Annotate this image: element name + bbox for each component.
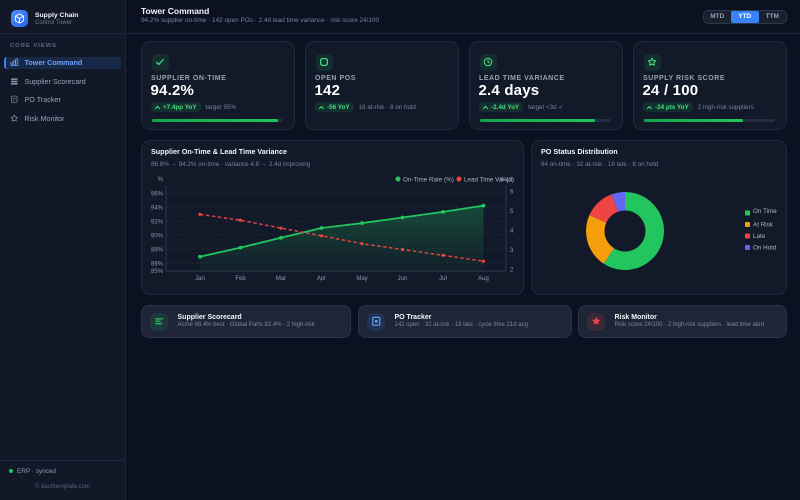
svg-text:May: May xyxy=(356,276,367,282)
svg-text:Feb: Feb xyxy=(235,276,246,282)
svg-text:86%: 86% xyxy=(151,262,164,268)
svg-text:Mar: Mar xyxy=(276,276,286,282)
svg-text:92%: 92% xyxy=(151,220,164,226)
svg-text:4: 4 xyxy=(510,229,514,235)
svg-text:%: % xyxy=(158,177,164,183)
svg-text:96%: 96% xyxy=(151,192,164,198)
svg-text:Jul: Jul xyxy=(439,276,447,282)
svg-text:85%: 85% xyxy=(151,269,164,275)
svg-text:On Hold: On Hold xyxy=(753,245,777,252)
svg-text:Jan: Jan xyxy=(195,276,205,282)
svg-text:88%: 88% xyxy=(151,248,164,254)
svg-text:3: 3 xyxy=(510,248,514,254)
svg-text:94%: 94% xyxy=(151,206,164,212)
svg-text:On Time: On Time xyxy=(753,208,777,215)
svg-text:5: 5 xyxy=(510,209,514,215)
svg-text:On-Time Rate (%): On-Time Rate (%) xyxy=(403,177,454,184)
svg-text:Aug: Aug xyxy=(478,276,489,282)
svg-text:Late: Late xyxy=(753,233,766,240)
svg-text:Apr: Apr xyxy=(317,276,326,282)
svg-text:6: 6 xyxy=(510,190,514,196)
svg-text:2: 2 xyxy=(510,268,514,274)
svg-text:90%: 90% xyxy=(151,234,164,240)
svg-text:days: days xyxy=(500,177,513,183)
svg-text:At Risk: At Risk xyxy=(753,222,774,229)
svg-text:Jun: Jun xyxy=(398,276,408,282)
